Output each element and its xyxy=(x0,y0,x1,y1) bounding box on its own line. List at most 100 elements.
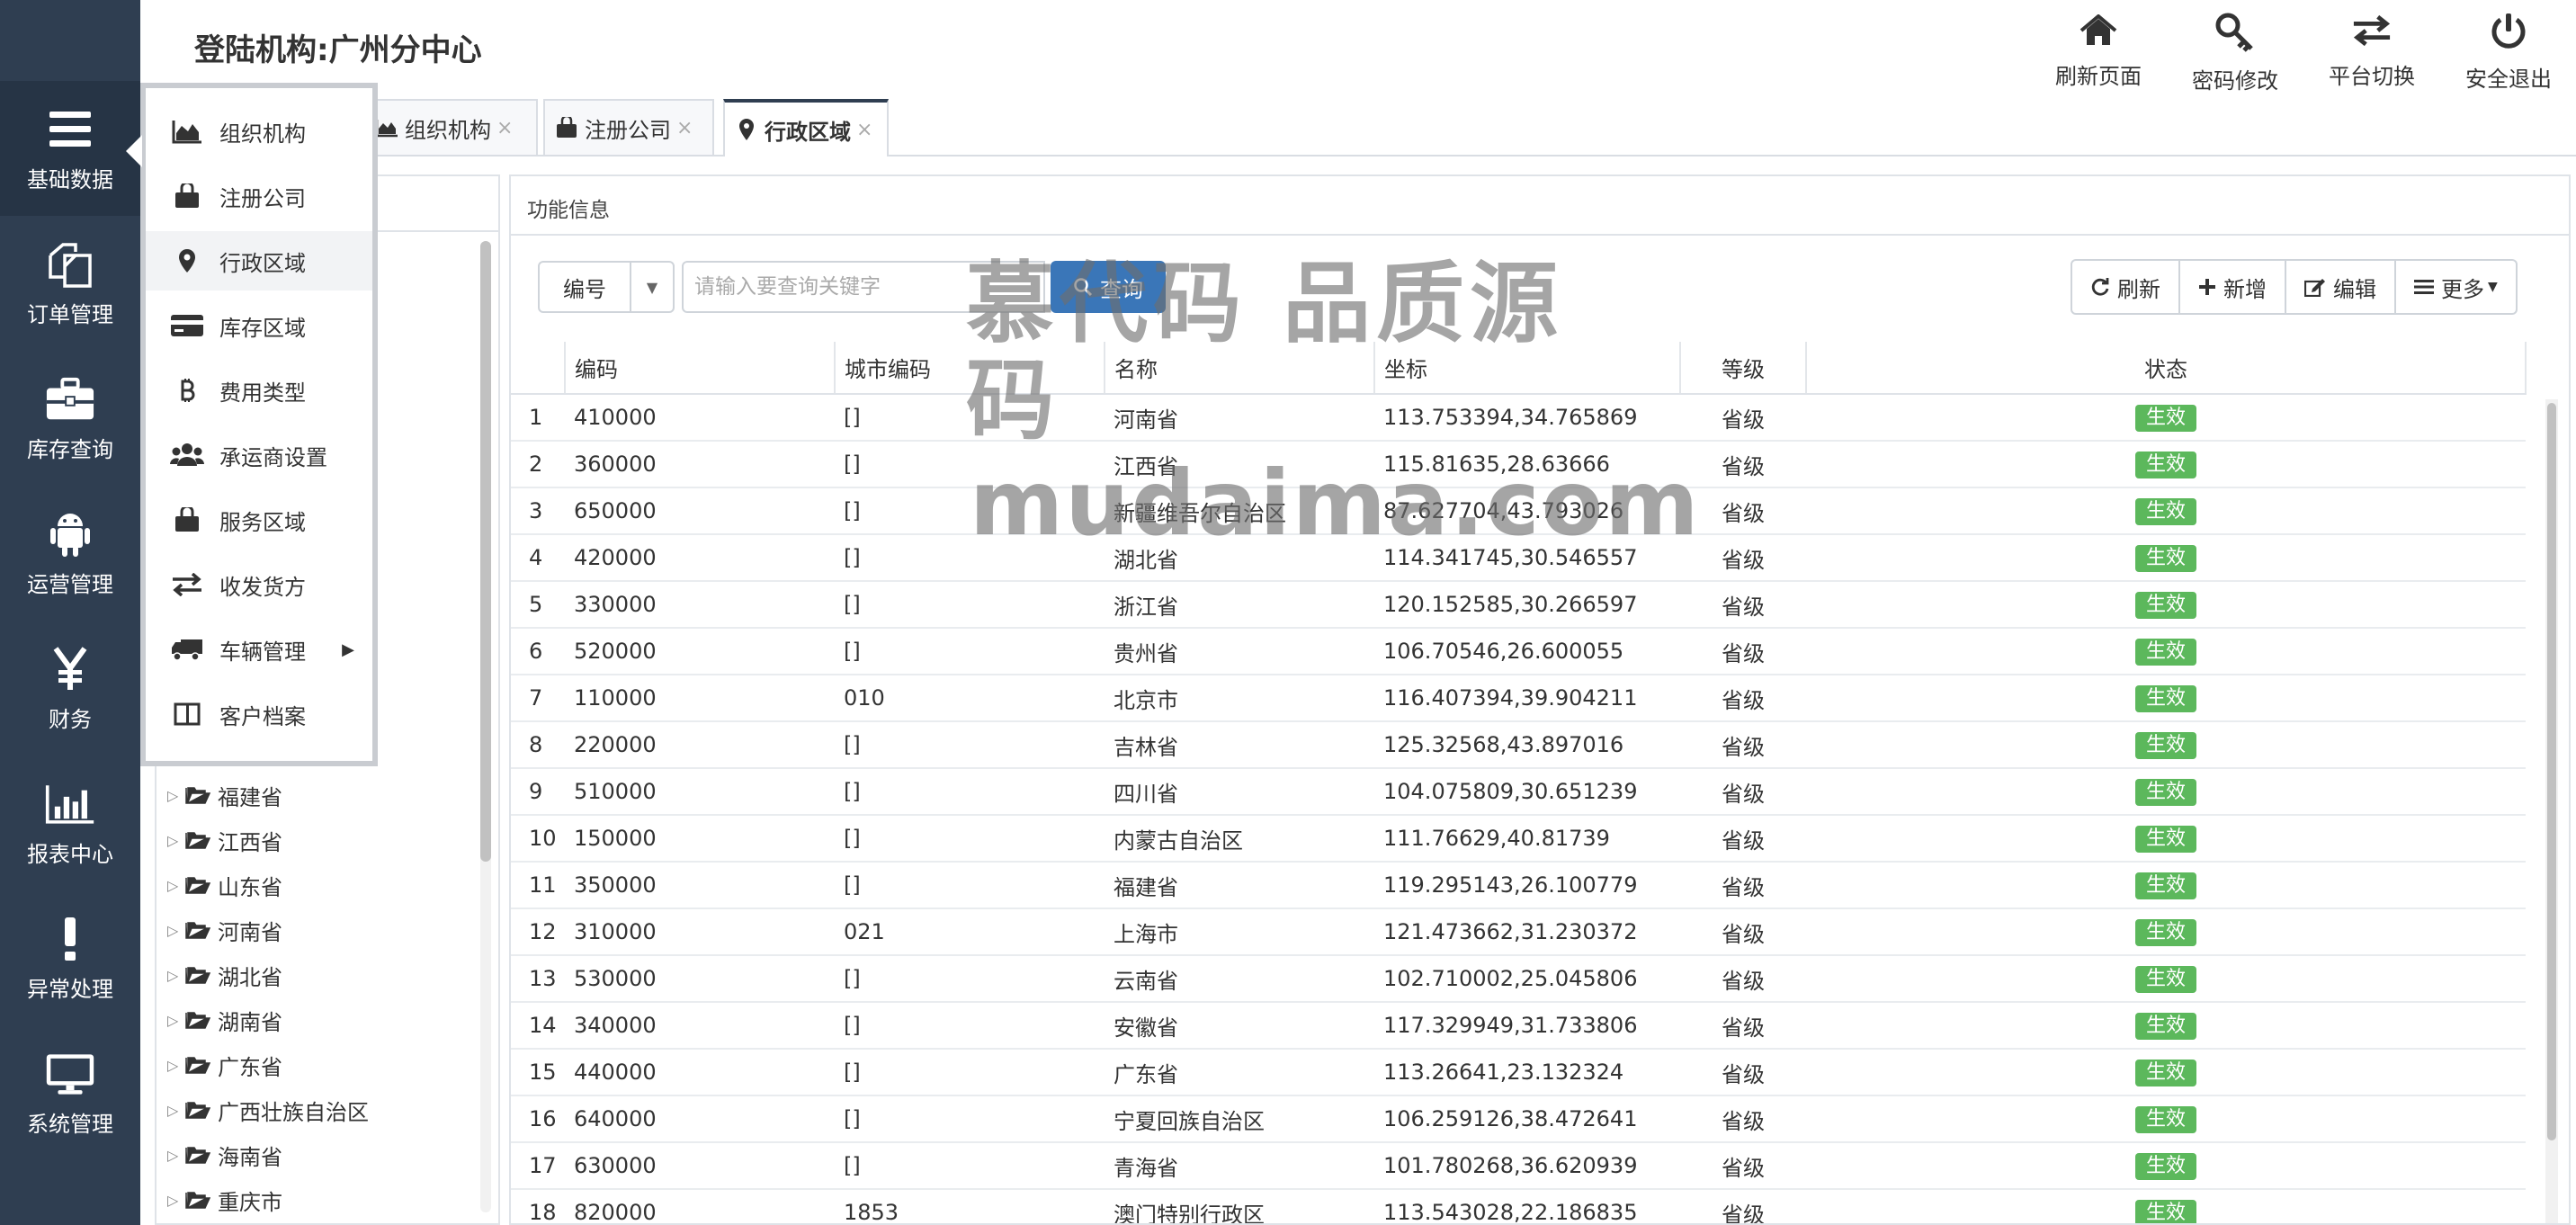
table-row[interactable]: 18 820000 1853 澳门特别行政区 113.543028,22.186835 省… xyxy=(511,1189,2526,1223)
menu-item-stock-region[interactable]: 库存区域 xyxy=(146,296,372,355)
menu-item-organization[interactable]: 组织机构 xyxy=(146,102,372,161)
table-row[interactable]: 5 330000[] 浙江省 120.152585,30.266597 省级 生效 xyxy=(511,581,2526,629)
sidebar-label: 财务 xyxy=(49,707,92,732)
tree-node[interactable]: ▷ 湖北省 xyxy=(167,957,282,993)
table-row[interactable]: 17 630000[] 青海省 101.780268,36.620939 省级 生效 xyxy=(511,1142,2526,1190)
expand-triangle-icon[interactable]: ▷ xyxy=(167,922,185,939)
table-row[interactable]: 15 440000[] 广东省 113.26641,23.132324 省级 生效 xyxy=(511,1049,2526,1096)
cell-name: 吉林省 xyxy=(1105,721,1374,769)
switch-platform-button[interactable]: 平台切换 xyxy=(2304,13,2439,90)
search-field-label: 编号 xyxy=(540,263,631,311)
tree-scrollbar[interactable] xyxy=(480,241,491,862)
table-row[interactable]: 3 650000[] 新疆维吾尔自治区 87.627704,43.793026 省级 生效 xyxy=(511,487,2526,535)
edit-button[interactable]: 编辑 xyxy=(2286,261,2396,313)
table-row[interactable]: 13 530000[] 云南省 102.710002,25.045806 省级 生效 xyxy=(511,955,2526,1003)
table-row[interactable]: 7 110000 010 北京市 116.407394,39.904211 省级 生效 xyxy=(511,675,2526,722)
menu-item-customer-profile[interactable]: 客户档案 xyxy=(146,684,372,744)
search-button[interactable]: 查询 xyxy=(1051,261,1166,313)
sidebar-item-finance[interactable]: 财务 xyxy=(0,621,140,756)
cell-status: 生效 xyxy=(1806,955,2526,1003)
change-password-button[interactable]: 密码修改 xyxy=(2168,13,2303,94)
expand-triangle-icon[interactable]: ▷ xyxy=(167,1012,185,1029)
column-header-index[interactable] xyxy=(511,342,566,395)
expand-triangle-icon[interactable]: ▷ xyxy=(167,1102,185,1119)
cell-coordinate: 102.710002,25.045806 xyxy=(1374,955,1680,1003)
table-row[interactable]: 6 520000[] 贵州省 106.70546,26.600055 省级 生效 xyxy=(511,628,2526,675)
cell-coordinate: 106.70546,26.600055 xyxy=(1374,628,1680,675)
sidebar-item-inventory[interactable]: 库存查询 xyxy=(0,351,140,486)
column-header-coordinate[interactable]: 坐标 xyxy=(1374,342,1681,395)
tree-node[interactable]: ▷ 福建省 xyxy=(167,777,282,813)
tree-node[interactable]: ▷ 山东省 xyxy=(167,867,282,903)
tree-node[interactable]: ▷ 海南省 xyxy=(167,1137,282,1173)
table-row[interactable]: 4 420000[] 湖北省 114.341745,30.546557 省级 生效 xyxy=(511,534,2526,582)
tree-node[interactable]: ▷ 广东省 xyxy=(167,1047,282,1083)
menu-item-shipper-receiver[interactable]: 收发货方 xyxy=(146,555,372,614)
sidebar-item-orders[interactable]: 订单管理 xyxy=(0,216,140,351)
column-header-city-code[interactable]: 城市编码 xyxy=(835,342,1105,395)
close-icon[interactable]: × xyxy=(856,119,872,141)
expand-triangle-icon[interactable]: ▷ xyxy=(167,967,185,984)
expand-triangle-icon[interactable]: ▷ xyxy=(167,1057,185,1074)
table-row[interactable]: 12 310000 021 上海市 121.473662,31.230372 省级 生效 xyxy=(511,908,2526,956)
table-row[interactable]: 16 640000[] 宁夏回族自治区 106.259126,38.472641 省级 生… xyxy=(511,1095,2526,1143)
cell-city-code: [] xyxy=(835,628,1105,675)
cell-name: 云南省 xyxy=(1105,955,1374,1003)
tree-node[interactable]: ▷ 江西省 xyxy=(167,822,282,858)
column-header-name[interactable]: 名称 xyxy=(1105,342,1375,395)
sidebar-label: 系统管理 xyxy=(27,1112,113,1137)
cell-level: 省级 xyxy=(1680,1002,1806,1050)
cell-status: 生效 xyxy=(1806,1049,2526,1096)
row-index: 14 xyxy=(511,1002,565,1050)
column-header-level[interactable]: 等级 xyxy=(1680,342,1807,395)
menu-item-registered-company[interactable]: 注册公司 xyxy=(146,166,372,226)
column-header-status[interactable]: 状态 xyxy=(1806,342,2527,395)
table-row[interactable]: 8 220000[] 吉林省 125.32568,43.897016 省级 生效 xyxy=(511,721,2526,769)
more-button[interactable]: 更多 ▼ xyxy=(2396,261,2516,313)
logout-button[interactable]: 安全退出 xyxy=(2441,13,2576,92)
sidebar-item-exceptions[interactable]: 异常处理 xyxy=(0,890,140,1025)
table-row[interactable]: 2 360000[] 江西省 115.81635,28.63666 省级 生效 xyxy=(511,441,2526,488)
tab-organization[interactable]: 组织机构 × xyxy=(363,99,538,155)
status-badge: 生效 xyxy=(2134,1152,2196,1180)
menu-item-carrier-settings[interactable]: 承运商设置 xyxy=(146,425,372,485)
cell-code: 110000 xyxy=(565,675,835,722)
search-input[interactable] xyxy=(682,261,1045,313)
search-field-select[interactable]: 编号 ▼ xyxy=(538,261,675,313)
sidebar-item-reports[interactable]: 报表中心 xyxy=(0,756,140,890)
table-row[interactable]: 10 150000[] 内蒙古自治区 111.76629,40.81739 省级 生效 xyxy=(511,815,2526,863)
sidebar-item-operations[interactable]: 运营管理 xyxy=(0,486,140,621)
sidebar-item-basic-data[interactable]: 基础数据 xyxy=(0,81,140,216)
tree-node[interactable]: ▷ 重庆市 xyxy=(167,1182,282,1218)
refresh-button[interactable]: 刷新 xyxy=(2072,261,2180,313)
expand-triangle-icon[interactable]: ▷ xyxy=(167,1192,185,1209)
close-icon[interactable]: × xyxy=(676,117,693,139)
menu-item-vehicle-management[interactable]: 车辆管理 ▶ xyxy=(146,620,372,679)
menu-item-service-region[interactable]: 服务区域 xyxy=(146,490,372,550)
tree-node-label: 福建省 xyxy=(218,784,282,810)
expand-triangle-icon[interactable]: ▷ xyxy=(167,787,185,804)
table-row[interactable]: 1 410000[] 河南省 113.753394,34.765869 省级 生效 xyxy=(511,394,2526,442)
caret-down-icon[interactable]: ▼ xyxy=(631,263,673,311)
tab-administrative-region[interactable]: 行政区域 × xyxy=(723,99,889,156)
menu-item-administrative-region[interactable]: 行政区域 xyxy=(146,231,372,291)
tab-registered-company[interactable]: 注册公司 × xyxy=(543,99,714,155)
table-row[interactable]: 14 340000[] 安徽省 117.329949,31.733806 省级 生效 xyxy=(511,1002,2526,1050)
sidebar-item-system[interactable]: 系统管理 xyxy=(0,1025,140,1160)
refresh-page-button[interactable]: 刷新页面 xyxy=(2031,13,2166,90)
add-button[interactable]: 新增 xyxy=(2180,261,2286,313)
expand-triangle-icon[interactable]: ▷ xyxy=(167,832,185,849)
column-header-code[interactable]: 编码 xyxy=(565,342,836,395)
table-scrollbar[interactable] xyxy=(2547,403,2556,1140)
table-row[interactable]: 11 350000[] 福建省 119.295143,26.100779 省级 生效 xyxy=(511,862,2526,909)
table-row[interactable]: 9 510000[] 四川省 104.075809,30.651239 省级 生效 xyxy=(511,768,2526,816)
tree-node[interactable]: ▷ 广西壮族自治区 xyxy=(167,1092,369,1128)
expand-triangle-icon[interactable]: ▷ xyxy=(167,1147,185,1164)
tree-node[interactable]: ▷ 湖南省 xyxy=(167,1002,282,1038)
close-icon[interactable]: × xyxy=(496,117,513,139)
expand-triangle-icon[interactable]: ▷ xyxy=(167,877,185,894)
tree-node[interactable]: ▷ 河南省 xyxy=(167,912,282,948)
menu-item-fee-type[interactable]: 费用类型 xyxy=(146,361,372,420)
folder-open-icon xyxy=(185,784,212,806)
cell-name: 澳门特别行政区 xyxy=(1105,1189,1374,1223)
